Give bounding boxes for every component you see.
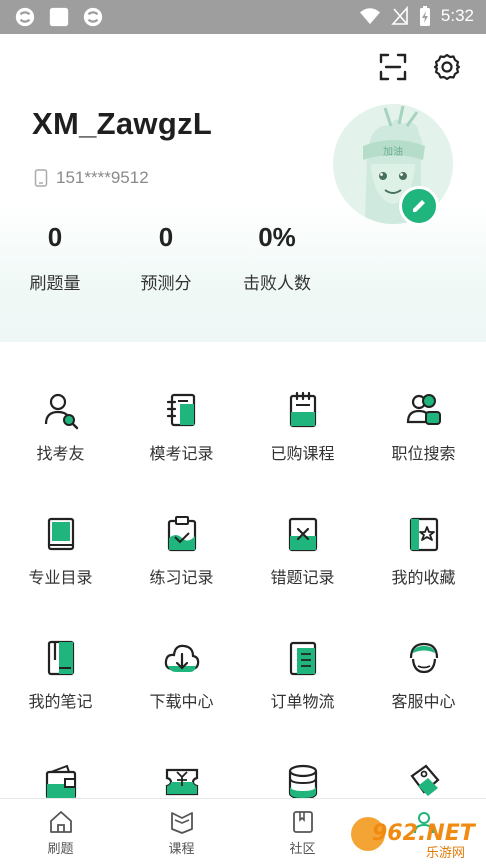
grid-item-label: 模考记录 bbox=[149, 444, 214, 463]
favorites-icon bbox=[409, 517, 438, 552]
grid-item-favorites[interactable]: 我的收藏 bbox=[363, 490, 484, 600]
avatar[interactable]: 加油 bbox=[333, 104, 453, 226]
grid-item-label: 订单物流 bbox=[270, 692, 335, 711]
battery-charging-icon bbox=[419, 6, 430, 26]
stat-predicted-score[interactable]: 0 预测分 bbox=[111, 222, 221, 294]
grid-item-label: 专业目录 bbox=[28, 568, 93, 587]
order-logistics-icon bbox=[289, 641, 316, 676]
job-search-icon bbox=[406, 394, 441, 425]
practice-record-icon bbox=[167, 516, 196, 552]
grid-item-label: 下载中心 bbox=[149, 692, 214, 711]
grid-item-customer-service[interactable]: 客服中心 bbox=[363, 614, 484, 724]
phone-number: 151****9512 bbox=[56, 168, 149, 187]
home-icon bbox=[49, 811, 72, 833]
coins-icon bbox=[288, 764, 317, 800]
download-center-icon bbox=[164, 644, 199, 672]
grid-item-job-search[interactable]: 职位搜索 bbox=[363, 366, 484, 476]
grid-item-label: 已购课程 bbox=[270, 444, 335, 463]
grid-item-wrong-question[interactable]: 错题记录 bbox=[242, 490, 363, 600]
settings-gear-icon[interactable] bbox=[432, 52, 462, 82]
stat-value: 0 bbox=[158, 222, 174, 252]
purchased-course-icon bbox=[289, 391, 316, 428]
stat-value: 0% bbox=[258, 222, 296, 252]
nav-tab-practice[interactable]: 刷题 bbox=[0, 809, 121, 857]
customer-service-icon bbox=[409, 642, 438, 674]
grid-item-notes[interactable]: 我的笔记 bbox=[0, 614, 121, 724]
grid-item-practice-record[interactable]: 练习记录 bbox=[121, 490, 242, 600]
profile-header: XM_ZawgzL 151****9512 加油 0 刷题量 0 预测分 0% … bbox=[0, 34, 486, 342]
phone-row: 151****9512 bbox=[34, 168, 149, 188]
watermark-subtext: 乐游网 bbox=[426, 846, 465, 860]
grid-item-label: 错题记录 bbox=[270, 568, 335, 587]
stat-label: 刷题量 bbox=[29, 274, 81, 294]
status-left-icons bbox=[14, 6, 104, 28]
grid-item-download-center[interactable]: 下载中心 bbox=[121, 614, 242, 724]
scan-icon[interactable] bbox=[378, 52, 408, 82]
notification-square-icon bbox=[49, 7, 69, 27]
pencil-icon bbox=[413, 200, 425, 212]
username: XM_ZawgzL bbox=[32, 106, 213, 141]
grid-item-label: 职位搜索 bbox=[391, 444, 456, 463]
stat-label: 击败人数 bbox=[243, 274, 311, 294]
gift-tag-icon bbox=[409, 764, 440, 796]
mock-exam-record-icon bbox=[166, 393, 195, 427]
grid-item-find-friend[interactable]: 找考友 bbox=[0, 366, 121, 476]
no-signal-icon bbox=[391, 6, 408, 25]
grid-item-label: 我的笔记 bbox=[28, 692, 93, 711]
stat-questions[interactable]: 0 刷题量 bbox=[0, 222, 110, 294]
notification-app-icon-2 bbox=[83, 7, 103, 27]
community-icon bbox=[292, 811, 313, 833]
grid-item-label: 我的收藏 bbox=[391, 568, 456, 587]
nav-tab-course[interactable]: 课程 bbox=[121, 809, 242, 857]
wifi-icon bbox=[359, 8, 380, 25]
grid-item-mock-exam-record[interactable]: 模考记录 bbox=[121, 366, 242, 476]
grid-item-label: 找考友 bbox=[36, 444, 85, 463]
status-right-icons: 5:32 bbox=[359, 5, 474, 27]
stat-value: 0 bbox=[47, 222, 63, 252]
status-bar: 5:32 bbox=[0, 0, 486, 34]
stat-beat-percent[interactable]: 0% 击败人数 bbox=[222, 222, 332, 294]
edit-avatar-button[interactable] bbox=[399, 186, 439, 226]
nav-tab-label: 刷题 bbox=[47, 842, 74, 857]
avatar-text: 加油 bbox=[383, 145, 403, 158]
grid-item-label: 练习记录 bbox=[149, 568, 214, 587]
grid-item-label: 客服中心 bbox=[391, 692, 456, 711]
notification-app-icon bbox=[15, 7, 35, 27]
grid-item-purchased-course[interactable]: 已购课程 bbox=[242, 366, 363, 476]
course-icon bbox=[170, 812, 193, 834]
phone-icon bbox=[34, 169, 48, 187]
nav-tab-label: 社区 bbox=[289, 842, 316, 857]
grid-item-order-logistics[interactable]: 订单物流 bbox=[242, 614, 363, 724]
find-friend-icon bbox=[44, 393, 78, 430]
wrong-question-icon bbox=[288, 517, 317, 552]
major-catalog-icon bbox=[47, 517, 74, 551]
watermark-logo: 962.NET 乐游网 bbox=[351, 817, 477, 860]
wallet-icon bbox=[45, 764, 76, 800]
app-root: 5:32 XM_ZawgzL 151****9512 加油 0 刷题量 0 预测… bbox=[0, 0, 486, 864]
nav-tab-label: 课程 bbox=[168, 842, 195, 857]
stat-label: 预测分 bbox=[140, 274, 192, 294]
watermark-text: 962.NET bbox=[372, 821, 477, 846]
nav-tab-community[interactable]: 社区 bbox=[242, 809, 363, 857]
grid-item-major-catalog[interactable]: 专业目录 bbox=[0, 490, 121, 600]
status-time: 5:32 bbox=[440, 6, 474, 25]
notes-icon bbox=[47, 640, 74, 676]
coupon-icon bbox=[165, 768, 198, 796]
